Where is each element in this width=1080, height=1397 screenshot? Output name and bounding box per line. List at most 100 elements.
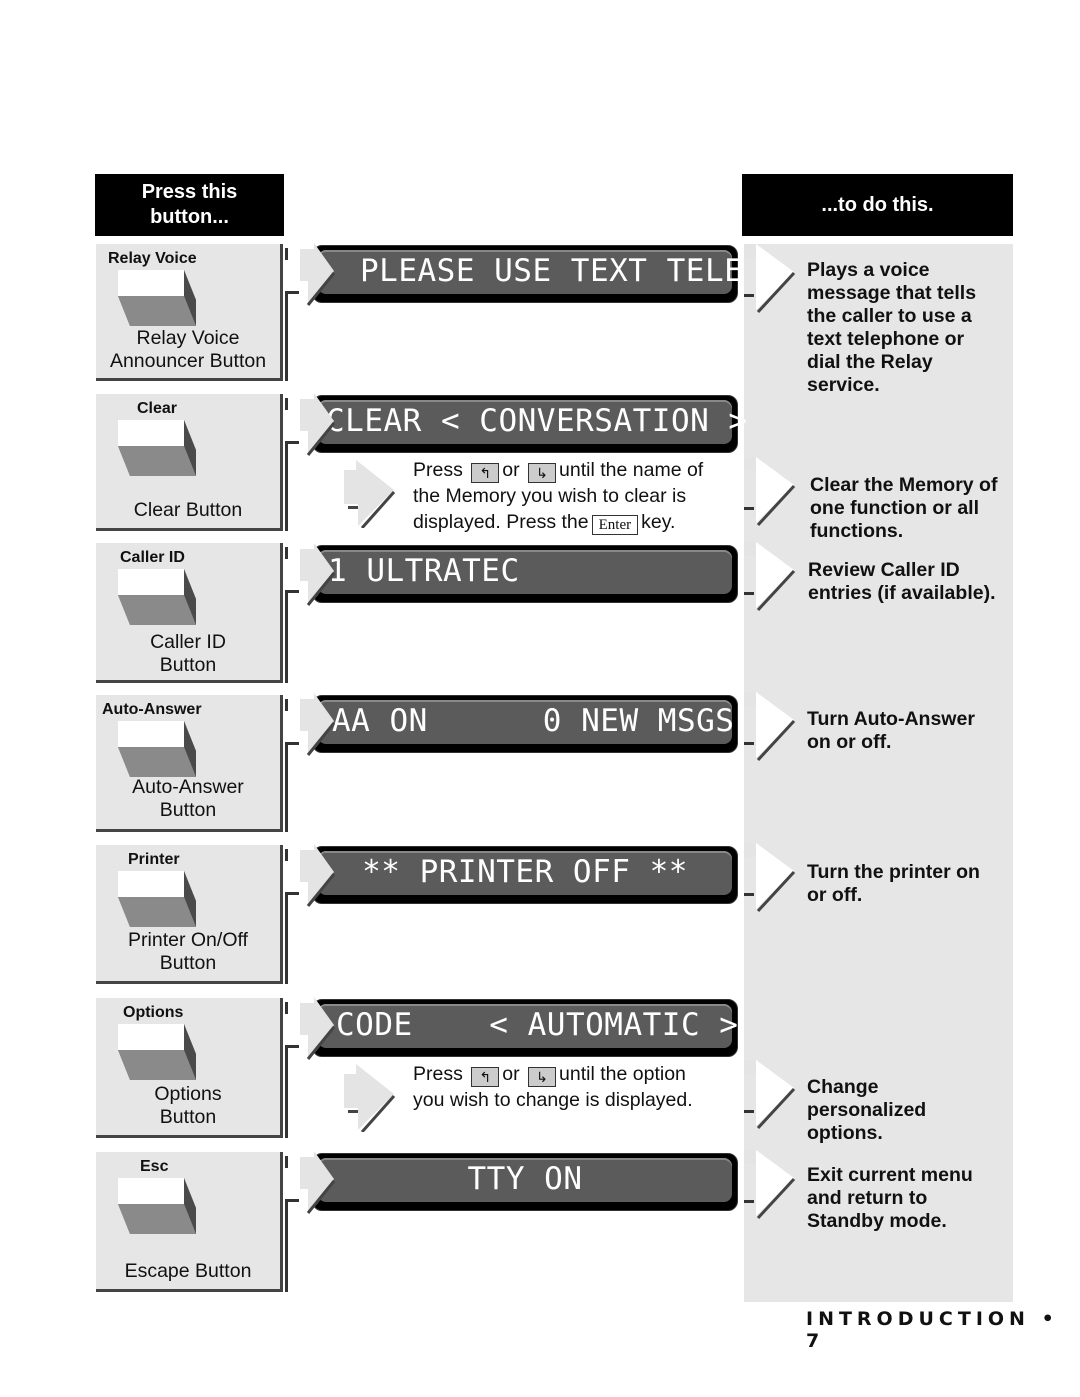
- button-description-line: Button: [159, 1106, 217, 1128]
- button-description-line: Button: [159, 799, 217, 821]
- button-description-line: Caller ID: [150, 631, 226, 653]
- up-arrow-key-icon: ↰: [471, 463, 500, 483]
- button-description-line: Auto-Answer: [132, 776, 244, 798]
- connector-tick: [285, 699, 288, 711]
- pointer-arrow-icon: [300, 844, 336, 907]
- button-description-line: Announcer Button: [109, 350, 267, 372]
- button-description-line: Relay Voice: [136, 327, 240, 349]
- connector-tick: [285, 248, 288, 260]
- result-arrow-icon: [744, 542, 804, 617]
- connector-line: [285, 291, 299, 294]
- footer-page-number: 7: [806, 1330, 825, 1352]
- pointer-arrow-icon: [300, 1151, 336, 1214]
- action-line: Standby mode.: [807, 1210, 947, 1232]
- action-line: one function or all: [810, 497, 979, 519]
- connector-tick: [285, 1002, 288, 1014]
- keypad-button-icon[interactable]: [118, 1178, 198, 1234]
- lcd-display: CLEAR < CONVERSATION >: [300, 393, 748, 456]
- action-line: or off.: [807, 884, 863, 906]
- header-right-text: ...to do this.: [821, 193, 934, 216]
- keypad-button-icon[interactable]: [118, 569, 198, 625]
- action-description: Turn Auto-Answer on or off.: [807, 708, 975, 754]
- action-line: options.: [807, 1122, 883, 1144]
- instruction-line1-rest: until the name of: [559, 459, 704, 481]
- key-label: Clear: [137, 400, 178, 417]
- lcd-text: ** PRINTER OFF **: [362, 854, 688, 890]
- pointer-arrow-icon: [300, 543, 336, 606]
- lcd-text: 1 ULTRATEC: [328, 553, 520, 589]
- action-line: service.: [807, 374, 880, 396]
- button-description-line: Button: [159, 952, 217, 974]
- action-line: Turn the printer on: [807, 861, 980, 883]
- button-description-line: Printer On/Off: [128, 929, 248, 951]
- lcd-display: PLEASE USE TEXT TELE: [300, 243, 744, 306]
- button-box: Caller ID Caller ID Button: [96, 543, 283, 683]
- button-description: Auto-Answer Button: [96, 776, 280, 822]
- action-description: Review Caller ID entries (if available).: [808, 559, 996, 605]
- lcd-display: 1 ULTRATEC: [300, 543, 738, 606]
- button-description: Clear Button: [96, 499, 280, 522]
- connector-tick: [285, 849, 288, 861]
- action-line: the caller to use a: [807, 305, 972, 327]
- lcd-display: ** PRINTER OFF **: [300, 844, 738, 907]
- button-box: Esc Escape Button: [96, 1152, 283, 1292]
- action-line: dial the Relay: [807, 351, 933, 373]
- action-line: Review Caller ID: [808, 559, 960, 581]
- action-description: Exit current menu and return to Standby mo…: [807, 1164, 973, 1233]
- page-footer: INTRODUCTION • 7: [806, 1308, 1080, 1352]
- keypad-button-icon[interactable]: [118, 270, 198, 326]
- button-box: Options Options Button: [96, 998, 283, 1138]
- footer-section: INTRODUCTION: [806, 1308, 1030, 1330]
- action-line: and return to: [807, 1187, 928, 1209]
- keypad-button-icon[interactable]: [118, 721, 198, 777]
- action-description: Change personalized options.: [807, 1076, 926, 1145]
- action-description: Plays a voice message that tells the calle…: [807, 259, 976, 397]
- connector-line: [285, 1045, 288, 1138]
- connector-line: [285, 892, 288, 984]
- button-box: Relay Voice Relay Voice Announcer Button: [96, 244, 283, 381]
- down-arrow-key-icon: ↳: [528, 1067, 557, 1087]
- result-arrow-icon: [744, 692, 804, 767]
- header-press-this-button: Press this button...: [95, 174, 284, 236]
- header-left-text: Press this button...: [141, 181, 238, 228]
- action-description: Turn the printer on or off.: [807, 861, 980, 907]
- connector-line: [285, 742, 299, 745]
- result-arrow-icon: [744, 1150, 804, 1225]
- instruction-press: Press: [413, 1063, 463, 1085]
- button-description: Escape Button: [96, 1260, 280, 1283]
- down-arrow-key-icon: ↳: [528, 463, 557, 483]
- connector-line: [285, 590, 299, 593]
- pointer-arrow-icon: [300, 243, 336, 306]
- lcd-text: CODE < AUTOMATIC >: [336, 1007, 739, 1043]
- connector-line: [285, 291, 288, 381]
- pointer-arrow-icon: [300, 693, 336, 756]
- button-description: Options Button: [96, 1083, 280, 1129]
- connector-tick: [285, 547, 288, 559]
- button-description-line: Button: [159, 654, 217, 676]
- enter-key-icon: Enter: [591, 515, 639, 535]
- connector-line: [285, 1199, 288, 1292]
- pointer-arrow-icon: [300, 997, 336, 1060]
- connector-line: [285, 1045, 299, 1048]
- key-label: Relay Voice: [108, 250, 197, 267]
- key-label: Printer: [128, 851, 180, 868]
- connector-line: [285, 892, 299, 895]
- step-arrow-icon: [344, 1064, 398, 1137]
- connector-line: [285, 590, 288, 683]
- instruction-line1-rest: until the option: [559, 1063, 686, 1085]
- lcd-text: CLEAR < CONVERSATION >: [326, 403, 748, 439]
- action-line: Change: [807, 1076, 879, 1098]
- instruction-line2: you wish to change is displayed.: [413, 1089, 693, 1111]
- action-line: Exit current menu: [807, 1164, 973, 1186]
- key-label: Options: [123, 1004, 184, 1021]
- keypad-button-icon[interactable]: [118, 420, 198, 476]
- lcd-text: PLEASE USE TEXT TELE: [360, 253, 744, 289]
- step-arrow-icon: [344, 460, 398, 533]
- footer-bullet: •: [1041, 1308, 1059, 1330]
- keypad-button-icon[interactable]: [118, 871, 198, 927]
- connector-line: [285, 742, 288, 832]
- keypad-button-icon[interactable]: [118, 1024, 198, 1080]
- instruction-line3-post: key.: [641, 511, 676, 533]
- instruction-line2: the Memory you wish to clear is: [413, 485, 687, 507]
- action-line: personalized: [807, 1099, 927, 1121]
